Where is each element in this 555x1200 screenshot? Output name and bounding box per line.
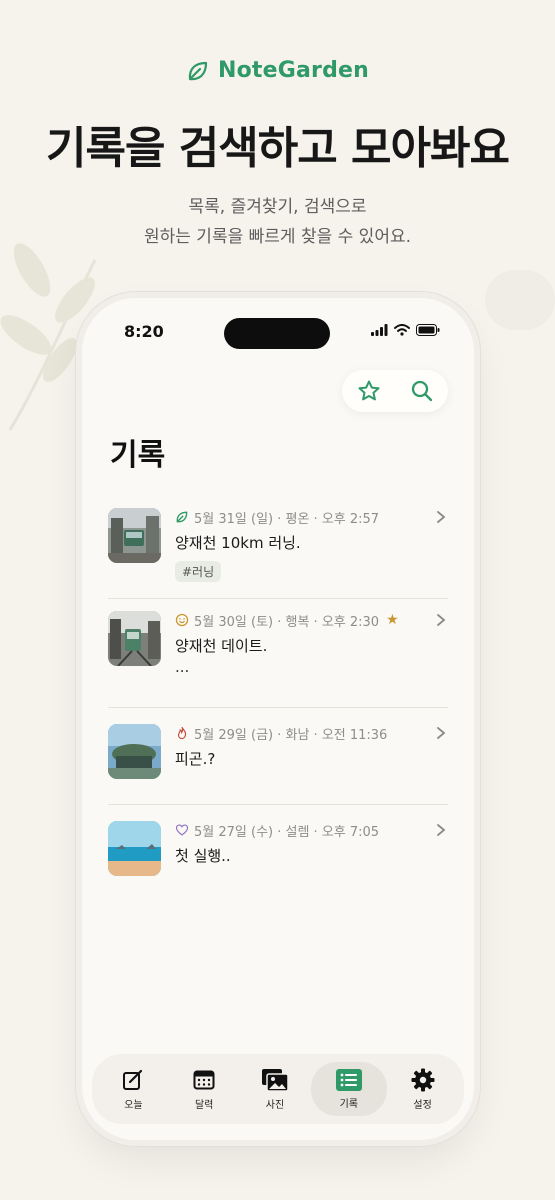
record-item[interactable]: 5월 31일 (일) · 평온 · 오후 2:57 양재천 10km 러닝. #… [108,502,448,599]
smile-icon [175,613,189,627]
subtitle-line-1: 목록, 즐겨찾기, 검색으로 [188,197,367,217]
record-meta: 5월 27일 (수) · 설렘 · 오후 7:05 [194,824,380,840]
wifi-icon [394,324,410,336]
record-title: 양재천 10km 러닝. [175,534,301,552]
headline: 기록을 검색하고 모아봐요 [46,123,510,174]
leaf-logo-icon [188,61,208,80]
favorites-star-icon[interactable] [357,379,381,403]
subtitle-line-2: 원하는 기록을 빠르게 찾을 수 있어요. [143,227,412,247]
record-meta: 5월 30일 (토) · 행복 · 오후 2:30 [194,614,380,630]
top-actions [342,370,448,412]
gear-icon [411,1068,435,1091]
search-icon[interactable] [410,379,434,403]
record-title: 양재천 데이트. [175,637,268,655]
brand-name: NoteGarden [217,58,370,83]
tab-label: 사진 [265,1099,285,1111]
record-thumbnail [108,508,161,563]
subtitle: 목록, 즐겨찾기, 검색으로 원하는 기록을 빠르게 찾을 수 있어요. [0,192,555,252]
chevron-right-icon [437,614,446,626]
record-meta: 5월 31일 (일) · 평온 · 오후 2:57 [194,511,380,527]
brand-header: NoteGarden [0,58,555,83]
photos-icon [261,1068,289,1092]
record-meta: 5월 29일 (금) · 화남 · 오전 11:36 [194,727,388,743]
starred-star-icon: ★ [386,612,399,628]
record-preview: ... [175,658,190,676]
tab-label: 달력 [194,1099,214,1111]
record-thumbnail [108,724,161,779]
status-icons [371,324,440,336]
record-thumbnail [108,821,161,876]
list-icon [335,1068,362,1091]
edit-icon [123,1069,143,1090]
tab-label: 설정 [413,1099,432,1111]
leaf-icon [176,511,188,523]
record-item[interactable]: 5월 29일 (금) · 화남 · 오전 11:36 피곤.? [108,708,448,805]
tab-settings[interactable]: 설정 [388,1062,458,1116]
phone-mockup: 8:20 기록 5월 31일 (일) · 평온 · 오후 2:57 양재천 10… [82,298,474,1140]
chevron-right-icon [437,727,446,739]
record-item[interactable]: 5월 30일 (토) · 행복 · 오후 2:30 ★ 양재천 데이트. ... [108,599,448,708]
tab-today[interactable]: 오늘 [98,1062,168,1116]
records-list: 5월 31일 (일) · 평온 · 오후 2:57 양재천 10km 러닝. #… [108,502,448,901]
signal-icon [371,324,388,336]
chevron-right-icon [437,511,446,523]
tab-photos[interactable]: 사진 [240,1062,310,1116]
dynamic-island [224,318,330,349]
tab-records[interactable]: 기록 [310,1062,387,1116]
record-thumbnail [108,611,161,666]
flame-icon [177,726,187,740]
record-tag[interactable]: #러닝 [175,561,222,582]
tab-label: 기록 [339,1098,358,1110]
tab-calendar[interactable]: 달력 [169,1062,239,1116]
tab-bar: 오늘 달력 사진 기록 설정 [92,1054,464,1124]
heart-icon [175,824,189,836]
record-title: 피곤.? [175,750,216,768]
screen-title: 기록 [110,438,166,473]
record-title: 첫 실행.. [175,847,231,865]
chevron-right-icon [437,824,446,836]
battery-icon [416,324,440,336]
tab-label: 오늘 [124,1099,143,1111]
background-blob [485,270,555,330]
status-time: 8:20 [124,322,164,341]
record-item[interactable]: 5월 27일 (수) · 설렘 · 오후 7:05 첫 실행.. [108,805,448,901]
calendar-icon [193,1070,215,1089]
